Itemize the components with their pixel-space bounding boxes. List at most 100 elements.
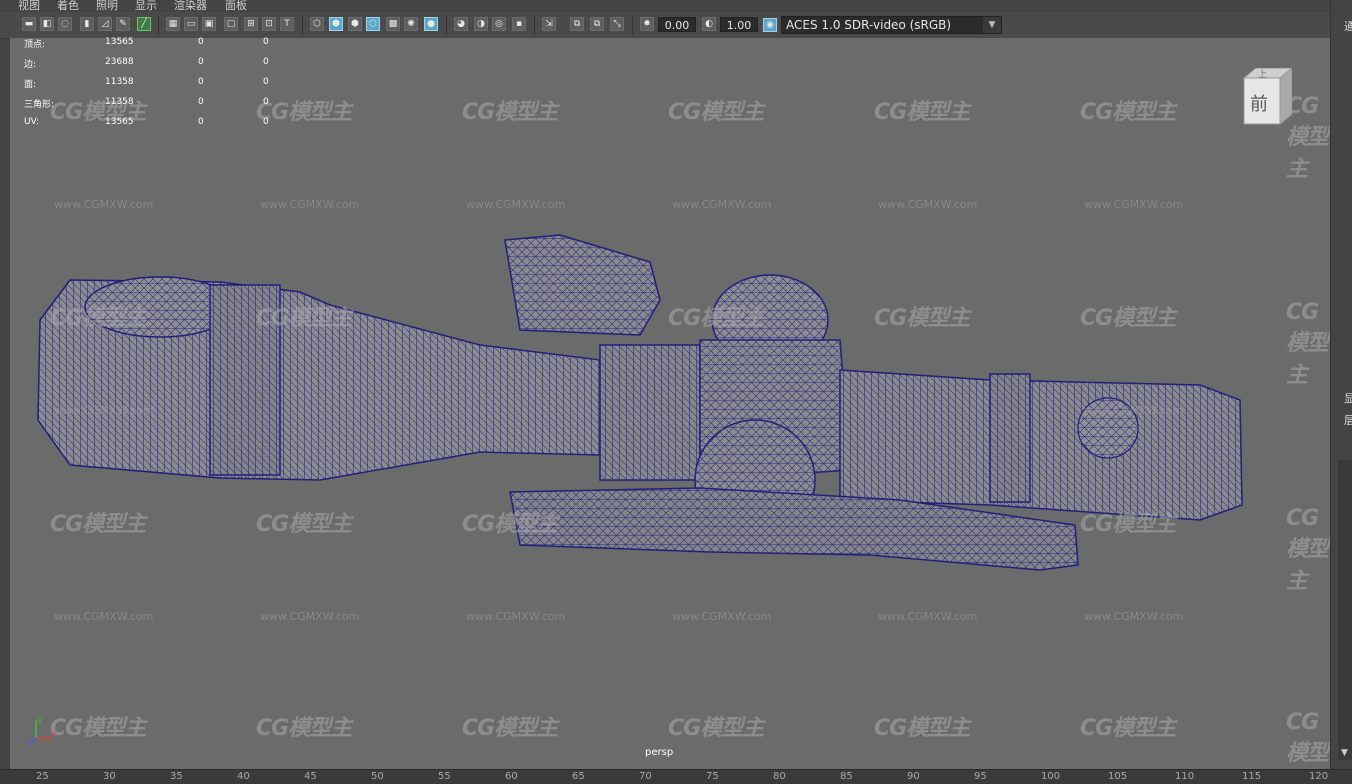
smooth-shade-icon[interactable]: ⬢ xyxy=(329,17,343,31)
bookmarks-icon[interactable]: ◌ xyxy=(58,17,72,31)
menu-shading[interactable]: 着色 xyxy=(57,0,79,12)
ruler-tick: 70 xyxy=(639,771,652,782)
ruler-tick: 50 xyxy=(371,771,384,782)
hud-value: 0 xyxy=(198,117,204,127)
xray-components-icon[interactable]: ⤡ xyxy=(610,17,624,31)
hud-value: 0 xyxy=(198,57,204,67)
select-camera-icon[interactable]: ▬ xyxy=(22,17,36,31)
film-gate-icon[interactable]: ▭ xyxy=(184,17,198,31)
hud-value: 0 xyxy=(198,97,204,107)
grease-pencil-icon[interactable]: ✎ xyxy=(116,17,130,31)
vertical-scrollbar[interactable] xyxy=(1338,460,1352,760)
chevron-down-icon[interactable]: ▼ xyxy=(983,17,1001,33)
hud-value: 0 xyxy=(263,97,269,107)
watermark-url: www.CGMXW.com xyxy=(1084,610,1184,623)
xray-joints-icon[interactable]: ⧉ xyxy=(590,17,604,31)
pencil-tool-icon[interactable]: ╱ xyxy=(137,17,151,31)
field-chart-icon[interactable]: ⊞ xyxy=(244,17,258,31)
axis-y-label: y xyxy=(38,716,42,724)
ruler-tick: 55 xyxy=(438,771,451,782)
right-panel-tab[interactable]: 通 xyxy=(1344,18,1352,34)
axis-z-label: z xyxy=(28,739,32,746)
menu-show[interactable]: 显示 xyxy=(135,0,157,12)
ruler-tick: 35 xyxy=(170,771,183,782)
ruler-tick: 65 xyxy=(572,771,585,782)
2d-pan-zoom-icon[interactable]: ◿ xyxy=(98,17,112,31)
viewcube-top-label[interactable]: 上 xyxy=(1258,69,1267,80)
axis-x-label: x xyxy=(52,730,56,738)
image-plane-icon[interactable]: ▮ xyxy=(80,17,94,31)
axis-gizmo-icon: x y z xyxy=(28,716,56,746)
safe-action-icon[interactable]: ⊡ xyxy=(262,17,276,31)
depth-of-field-icon[interactable]: ▪ xyxy=(512,17,526,31)
watermark-url: www.CGMXW.com xyxy=(54,404,154,417)
viewcube-front-label[interactable]: 前 xyxy=(1250,94,1268,115)
right-panel-tab[interactable]: 显 xyxy=(1344,390,1352,406)
ruler-tick: 85 xyxy=(840,771,853,782)
shadows-icon[interactable]: ● xyxy=(424,17,438,31)
viewcube[interactable]: 上 前 xyxy=(1240,66,1294,126)
wireframe-on-shaded-icon[interactable]: ⬡ xyxy=(366,17,380,31)
gate-mask-icon[interactable]: ▢ xyxy=(224,17,238,31)
watermark-logo: CG模型主 xyxy=(1080,306,1176,331)
camera-attributes-icon[interactable]: ◧ xyxy=(40,17,54,31)
colorspace-dropdown[interactable]: ACES 1.0 SDR-video (sRGB) ▼ xyxy=(781,16,1002,34)
menu-renderer[interactable]: 渲染器 xyxy=(174,0,207,12)
watermark-logo: CG模型主 xyxy=(50,716,146,741)
hud-row-uvs: UV: 13565 0 0 xyxy=(14,117,294,129)
watermark-url: www.CGMXW.com xyxy=(1084,404,1184,417)
menu-lighting[interactable]: 照明 xyxy=(96,0,118,12)
screen-space-ao-icon[interactable]: ◕ xyxy=(454,17,468,31)
motion-blur-icon[interactable]: ◑ xyxy=(474,17,488,31)
xray-icon[interactable]: ⧉ xyxy=(570,17,584,31)
watermark-url: www.CGMXW.com xyxy=(260,610,360,623)
watermark-url: www.CGMXW.com xyxy=(260,198,360,211)
ruler-tick: 45 xyxy=(304,771,317,782)
watermark-logo: CG模型主 xyxy=(256,512,352,537)
exposure-field[interactable]: 0.00 xyxy=(658,17,696,32)
hud-row-edges: 边: 23688 0 0 xyxy=(14,57,294,70)
textured-icon[interactable]: ▩ xyxy=(386,17,400,31)
watermark-url: www.CGMXW.com xyxy=(54,610,154,623)
exposure-icon[interactable]: ✸ xyxy=(640,17,654,31)
watermark-logo: CG模型主 xyxy=(1286,94,1329,182)
gamma-icon[interactable]: ◐ xyxy=(702,17,716,31)
right-panel-tab[interactable]: 层 xyxy=(1344,412,1352,428)
watermark-url: www.CGMXW.com xyxy=(878,198,978,211)
watermark-logo: CG模型主 xyxy=(462,716,558,741)
default-material-icon[interactable]: ⬢ xyxy=(348,17,362,31)
resolution-gate-icon[interactable]: ▣ xyxy=(202,17,216,31)
hud-value: 0 xyxy=(263,37,269,47)
isolate-select-icon[interactable]: ⇲ xyxy=(542,17,556,31)
separator xyxy=(632,16,633,34)
watermark-logo: CG模型主 xyxy=(256,306,352,331)
hud-row-vertices: 顶点: 13565 0 0 xyxy=(14,37,294,50)
viewport-persp[interactable]: CG模型主 CG模型主 CG模型主 CG模型主 CG模型主 CG模型主 CG模型… xyxy=(10,38,1330,769)
wireframe-icon[interactable]: ⬡ xyxy=(310,17,324,31)
watermark-logo: CG模型主 xyxy=(1286,506,1329,594)
ruler-tick: 100 xyxy=(1041,771,1061,782)
hud-value: 23688 xyxy=(105,57,134,67)
use-all-lights-icon[interactable]: ✺ xyxy=(404,17,418,31)
separator xyxy=(534,16,535,34)
time-slider-ruler[interactable]: 25 30 35 40 45 50 55 60 65 70 75 80 85 9… xyxy=(0,769,1352,784)
watermark-url: www.CGMXW.com xyxy=(1084,198,1184,211)
gamma-field[interactable]: 1.00 xyxy=(720,17,758,32)
hud-value: 13565 xyxy=(105,117,134,127)
menu-panels[interactable]: 面板 xyxy=(225,0,247,12)
menu-view[interactable]: 视图 xyxy=(18,0,40,12)
watermark-url: www.CGMXW.com xyxy=(672,198,772,211)
hud-value: 0 xyxy=(263,57,269,67)
watermark-logo: CG模型主 xyxy=(462,512,558,537)
hud-row-faces: 面: 11358 0 0 xyxy=(14,77,294,90)
scroll-down-icon[interactable]: ▼ xyxy=(1341,748,1348,758)
anti-aliasing-icon[interactable]: ◎ xyxy=(492,17,506,31)
grid-icon[interactable]: ▦ xyxy=(166,17,180,31)
watermark-logo: CG模型主 xyxy=(1080,512,1176,537)
ruler-tick: 115 xyxy=(1242,771,1262,782)
ruler-tick: 30 xyxy=(103,771,116,782)
watermark-logo: CG模型主 xyxy=(50,306,146,331)
color-management-icon[interactable]: ◉ xyxy=(763,18,777,32)
safe-title-icon[interactable]: T xyxy=(280,17,294,31)
ruler-tick: 95 xyxy=(974,771,987,782)
